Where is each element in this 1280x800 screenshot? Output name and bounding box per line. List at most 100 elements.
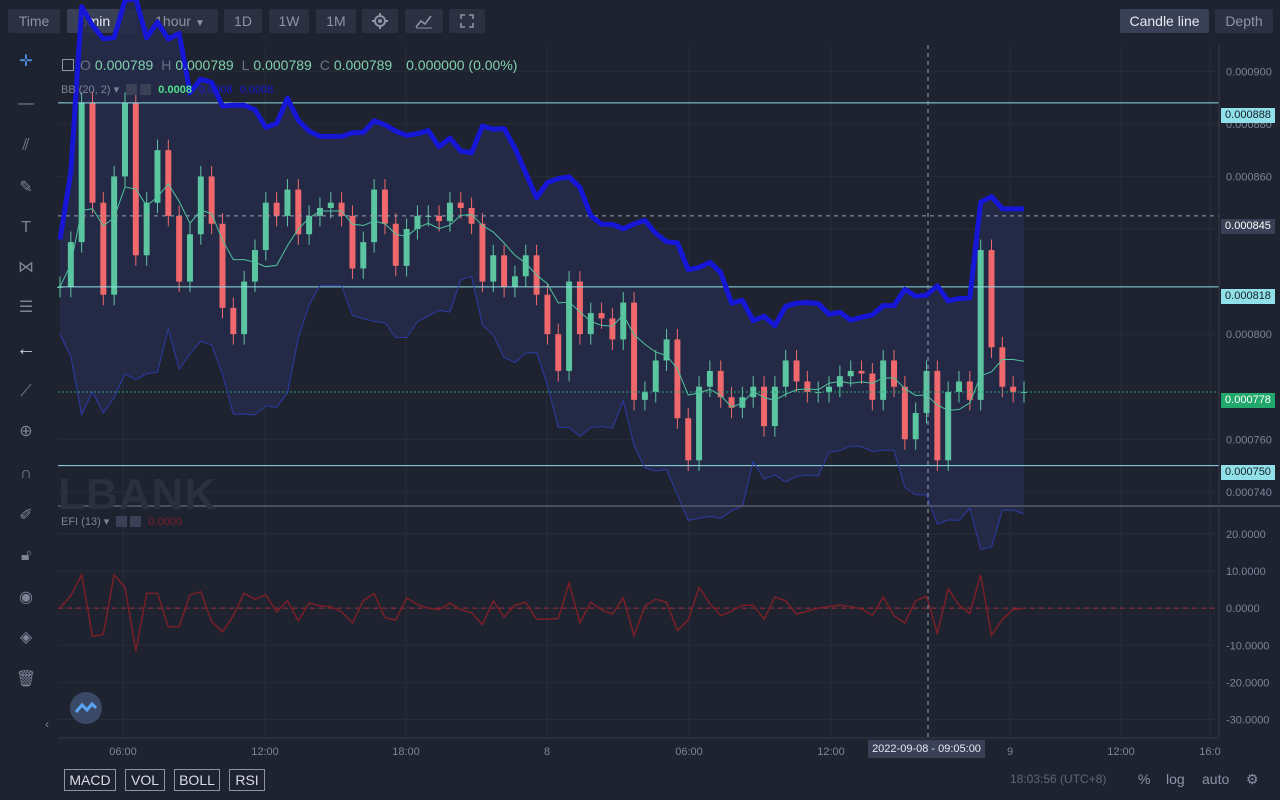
candle-body (598, 313, 605, 319)
candle-body (132, 102, 139, 256)
candle-body (901, 386, 908, 440)
candle-body (771, 386, 778, 427)
candle-body (977, 250, 984, 400)
candle-body (490, 255, 497, 282)
candle-body (891, 360, 898, 387)
x-tick-label: 06:00 (675, 746, 703, 758)
candle-body (912, 413, 919, 440)
auto-toggle[interactable]: auto (1202, 771, 1229, 787)
candle-body (208, 176, 215, 224)
candle-body (566, 281, 573, 371)
x-tick-label: 12:00 (251, 746, 279, 758)
gear-icon[interactable] (116, 516, 128, 527)
candle-body (1010, 386, 1017, 392)
efi-indicator-label[interactable]: EFI (13) ▾ 0.0000 (61, 515, 182, 528)
candle-body (479, 223, 486, 282)
candle-body (122, 102, 128, 177)
boll-button[interactable]: BOLL (174, 769, 220, 791)
candle-body (956, 381, 962, 392)
ohlc-readout: O 0.000789 H 0.000789 L 0.000789 C 0.000789 … (62, 57, 521, 75)
candle-body (826, 386, 833, 392)
candle-body (327, 202, 334, 208)
candle-body (804, 381, 811, 392)
candle-body (197, 176, 204, 235)
vol-button[interactable]: VOL (125, 769, 165, 791)
candle-body (230, 307, 237, 335)
candle-body (663, 339, 670, 361)
bb-upper-value: 0.0008 (199, 84, 233, 96)
y-tick-label: 0.000800 (1226, 329, 1272, 341)
percent-toggle[interactable]: % (1138, 771, 1150, 787)
candle-body (176, 215, 183, 282)
candle-body (945, 391, 952, 461)
macd-button[interactable]: MACD (64, 769, 116, 791)
candle-body (858, 370, 865, 374)
efi-tick-label: -30.0000 (1226, 714, 1269, 726)
candle-body (934, 370, 941, 461)
candle-body (793, 360, 800, 382)
close-icon[interactable] (140, 84, 152, 95)
x-tick-label: 8 (544, 746, 550, 758)
high-value: 0.000789 (175, 57, 234, 73)
candle-body (739, 397, 746, 408)
settings-gear-icon[interactable]: ⚙ (1246, 771, 1259, 788)
open-key: O (80, 57, 91, 73)
candle-body (685, 418, 692, 461)
open-value: 0.000789 (94, 57, 154, 73)
candle-body (761, 386, 768, 427)
efi-value: 0.0000 (148, 516, 183, 528)
y-tick-label: 0.000900 (1226, 66, 1272, 78)
watermark-logo: LBANK (58, 470, 217, 519)
price-line-label: 0.000750 (1221, 465, 1275, 480)
candle-body (544, 294, 551, 335)
candle-body (706, 370, 713, 387)
bottom-toolbar: MACD VOL BOLL RSI 18:03:56 (UTC+8) % log… (0, 764, 1280, 800)
bb-indicator-label[interactable]: BB (20, 2) ▾ 0.0008 0.0008 0.0008 (61, 83, 273, 96)
x-tick-label: 9 (1007, 746, 1013, 758)
efi-tick-label: 0.0000 (1226, 603, 1260, 615)
candle-body (111, 176, 118, 295)
candle-body (360, 242, 367, 269)
candle-body (609, 318, 616, 340)
x-tick-label: 12:00 (1107, 746, 1135, 758)
efi-line (59, 572, 1025, 652)
price-line-label: 0.000818 (1221, 289, 1275, 304)
candle-body (165, 150, 172, 216)
gear-icon[interactable] (126, 84, 138, 95)
high-key: H (161, 57, 172, 73)
candle-body (446, 202, 453, 222)
rsi-button[interactable]: RSI (229, 769, 265, 791)
y-tick-label: 0.000860 (1226, 171, 1272, 183)
change-value: 0.000000 (0.00%) (406, 57, 518, 73)
candle-body (988, 250, 995, 348)
close-icon[interactable] (130, 516, 142, 527)
candle-body (501, 255, 508, 287)
chart-area[interactable]: 0.0009000.0008800.0008600.0008400.000800… (0, 0, 1280, 800)
candle-body (381, 189, 388, 224)
price-chart-svg[interactable]: 0.0009000.0008800.0008600.0008400.000800… (0, 0, 1280, 800)
candle-body (880, 360, 887, 400)
efi-tick-label: 10.0000 (1226, 566, 1266, 578)
close-value: 0.000789 (333, 57, 393, 73)
close-key: C (319, 57, 330, 73)
tradingview-logo-icon[interactable] (70, 692, 102, 724)
candle-body (782, 360, 789, 387)
x-tick-label: 18:00 (392, 746, 420, 758)
candle-body (652, 360, 659, 392)
efi-label: EFI (13) (61, 516, 101, 528)
crosshair-time-label: 2022-09-08 - 09:05:00 (868, 740, 985, 758)
low-key: L (241, 57, 250, 73)
y-tick-label: 0.000740 (1226, 487, 1272, 499)
candle-body (717, 370, 724, 398)
collapse-toggle-icon[interactable] (62, 59, 74, 71)
candle-body (392, 223, 399, 266)
log-toggle[interactable]: log (1166, 771, 1185, 787)
candle-body (631, 302, 638, 400)
efi-tick-label: 20.0000 (1226, 529, 1266, 541)
candle-body (457, 202, 464, 208)
candle-body (576, 281, 583, 335)
candle-body (620, 302, 627, 340)
price-line-label: 0.000888 (1221, 108, 1275, 123)
x-tick-label: 06:00 (109, 746, 137, 758)
x-tick-label: 16:0 (1199, 746, 1220, 758)
